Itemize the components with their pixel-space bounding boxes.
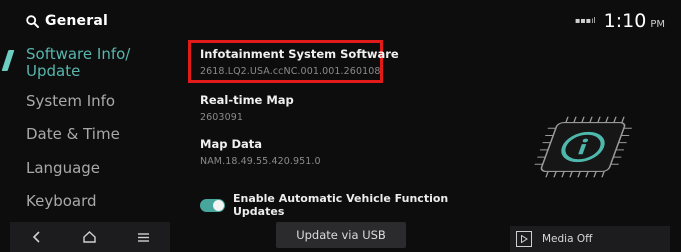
info-value: NAM.18.49.55.420.951.0: [200, 156, 321, 167]
home-icon: [83, 228, 97, 247]
settings-screen: General ▪▪▪ıl 1:10 PM Software Info/ Upd…: [0, 0, 681, 252]
info-item-realtime-map[interactable]: Real-time Map 2603091: [200, 93, 294, 123]
sidebar-item-system-info[interactable]: System Info: [26, 93, 115, 110]
search-icon: [26, 14, 39, 28]
back-button[interactable]: [22, 224, 52, 250]
sidebar-item-language[interactable]: Language: [26, 160, 100, 177]
menu-button[interactable]: [128, 224, 158, 250]
media-widget[interactable]: Media Off: [510, 226, 670, 252]
clock-ampm: PM: [650, 19, 665, 30]
back-icon: [32, 228, 42, 247]
info-chip-icon: [528, 112, 638, 186]
active-indicator: [1, 50, 15, 71]
info-value: 2603091: [200, 112, 244, 123]
auto-update-toggle-row[interactable]: Enable Automatic Vehicle Function Update…: [200, 192, 493, 218]
clock-time: 1:10: [603, 10, 647, 32]
toggle-label: Enable Automatic Vehicle Function Update…: [233, 192, 449, 218]
info-label: Infotainment System Software: [200, 47, 399, 61]
menu-icon: [137, 228, 150, 247]
sidebar: Software Info/ Update System Info Date &…: [0, 42, 185, 220]
search-button[interactable]: General: [26, 13, 108, 29]
info-label: Real-time Map: [200, 93, 294, 107]
nav-buttons: [10, 222, 170, 252]
info-item-map-data[interactable]: Map Data NAM.18.49.55.420.951.0: [200, 137, 321, 167]
bottom-bar: Update via USB Media Off: [0, 222, 681, 252]
info-list: Infotainment System Software 2618.LQ2.US…: [188, 36, 493, 220]
page-title: General: [45, 13, 108, 29]
sidebar-item-software-info[interactable]: Software Info/ Update: [26, 46, 130, 80]
play-icon: [516, 231, 532, 247]
home-button[interactable]: [75, 224, 105, 250]
info-item-infotainment[interactable]: Infotainment System Software 2618.LQ2.US…: [200, 47, 399, 77]
info-value: 2618.LQ2.USA.ccNC.001.001.260108: [200, 66, 381, 77]
sidebar-item-date-time[interactable]: Date & Time: [26, 126, 120, 143]
info-label: Map Data: [200, 137, 263, 151]
status-area: ▪▪▪ıl 1:10 PM: [575, 10, 665, 32]
media-label: Media Off: [542, 233, 593, 245]
sidebar-item-keyboard[interactable]: Keyboard: [26, 193, 97, 210]
auto-update-toggle[interactable]: [200, 198, 225, 212]
update-via-usb-button[interactable]: Update via USB: [276, 222, 406, 248]
signal-icon: ▪▪▪ıl: [574, 16, 596, 25]
